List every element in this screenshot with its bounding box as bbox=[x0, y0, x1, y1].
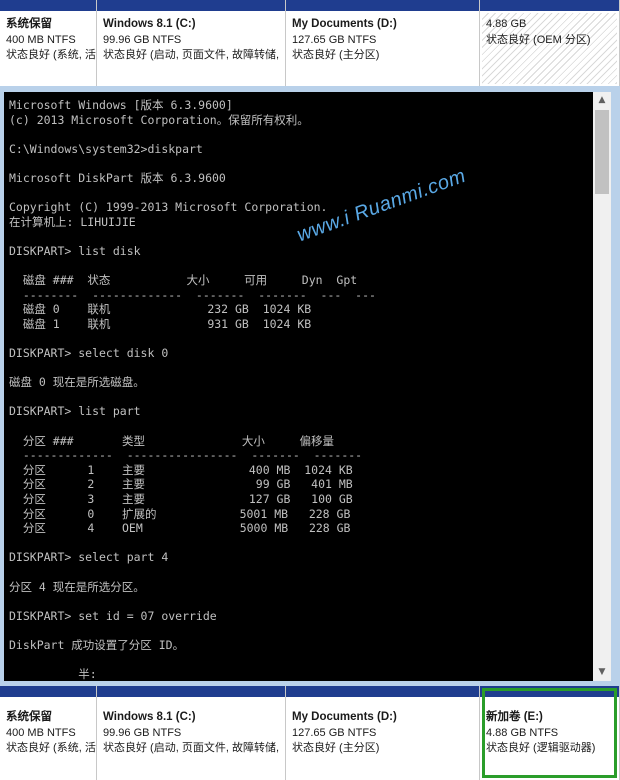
partition-status: 状态良好 (主分区) bbox=[292, 742, 380, 754]
console-line: DISKPART> select disk 0 bbox=[9, 346, 169, 361]
console-line: Microsoft Windows [版本 6.3.9600] bbox=[9, 98, 233, 112]
console-line: ------------- ---------------- ------- -… bbox=[9, 448, 363, 463]
partition-new-volume-e[interactable]: 新加卷 (E:) 4.88 GB NTFS 状态良好 (逻辑驱动器) bbox=[480, 686, 620, 780]
partition-status: 状态良好 (OEM 分区) bbox=[486, 33, 591, 46]
console-output[interactable]: Microsoft Windows [版本 6.3.9600] (c) 2013 … bbox=[4, 92, 593, 681]
partition-system-reserved[interactable]: 系统保留 400 MB NTFS 状态良好 (系统, 活 bbox=[0, 0, 97, 86]
partition-size: 4.88 GB NTFS bbox=[486, 726, 559, 739]
partition-header-bar bbox=[97, 686, 285, 697]
partition-header-bar bbox=[480, 0, 619, 11]
partition-my-documents-d[interactable]: My Documents (D:) 127.65 GB NTFS 状态良好 (主… bbox=[286, 0, 480, 86]
partition-size: 400 MB NTFS bbox=[6, 33, 76, 46]
partition-size: 400 MB NTFS bbox=[6, 726, 76, 739]
console-line: 分区 4 现在是所选分区。 bbox=[9, 579, 145, 594]
partition-header-bar bbox=[0, 0, 96, 11]
console-line: C:\Windows\system32>diskpart bbox=[9, 141, 203, 156]
partition-status: 状态良好 (系统, 活 bbox=[6, 49, 96, 61]
partition-size: 127.65 GB NTFS bbox=[292, 726, 377, 739]
partition-size: 99.96 GB NTFS bbox=[103, 726, 182, 739]
console-line: 磁盘 0 联机 232 GB 1024 KB bbox=[9, 302, 312, 317]
console-line: 分区 0 扩展的 5001 MB 228 GB bbox=[9, 506, 351, 521]
partition-windows-c[interactable]: Windows 8.1 (C:) 99.96 GB NTFS 状态良好 (启动,… bbox=[97, 686, 286, 780]
console-line: DISKPART> select part 4 bbox=[9, 550, 169, 565]
partition-status: 状态良好 (系统, 活 bbox=[6, 742, 96, 754]
partition-header-bar bbox=[0, 686, 96, 697]
partition-name: Windows 8.1 (C:) bbox=[103, 18, 196, 30]
partition-size: 99.96 GB NTFS bbox=[103, 33, 182, 46]
disk-partition-strip-top: 系统保留 400 MB NTFS 状态良好 (系统, 活 Windows 8.1… bbox=[0, 0, 620, 86]
partition-name: 新加卷 (E:) bbox=[486, 711, 543, 723]
partition-size: 127.65 GB NTFS bbox=[292, 33, 377, 46]
partition-system-reserved[interactable]: 系统保留 400 MB NTFS 状态良好 (系统, 活 bbox=[0, 686, 97, 780]
console-line: 分区 3 主要 127 GB 100 GB bbox=[9, 492, 353, 507]
console-line: -------- ------------- ------- ------- -… bbox=[9, 287, 376, 302]
console-line: 磁盘 1 联机 931 GB 1024 KB bbox=[9, 316, 312, 331]
console-line: 分区 ### 类型 大小 偏移量 bbox=[9, 433, 335, 448]
scroll-thumb[interactable] bbox=[595, 110, 609, 194]
console-line: DISKPART> list disk bbox=[9, 243, 141, 258]
partition-header-bar bbox=[286, 0, 479, 11]
partition-my-documents-d[interactable]: My Documents (D:) 127.65 GB NTFS 状态良好 (主… bbox=[286, 686, 480, 780]
console-line: (c) 2013 Microsoft Corporation。保留所有权利。 bbox=[9, 112, 309, 127]
partition-header-bar bbox=[97, 0, 285, 11]
command-prompt-window: Microsoft Windows [版本 6.3.9600] (c) 2013 … bbox=[0, 86, 620, 686]
partition-status: 状态良好 (启动, 页面文件, 故障转储, bbox=[103, 49, 279, 61]
partition-header-bar bbox=[286, 686, 479, 697]
console-line: Microsoft DiskPart 版本 6.3.9600 bbox=[9, 170, 226, 185]
partition-windows-c[interactable]: Windows 8.1 (C:) 99.96 GB NTFS 状态良好 (启动,… bbox=[97, 0, 286, 86]
console-line: 磁盘 0 现在是所选磁盘。 bbox=[9, 375, 145, 390]
partition-name: 系统保留 bbox=[6, 711, 52, 723]
console-line: 分区 2 主要 99 GB 401 MB bbox=[9, 477, 353, 492]
partition-size: 4.88 GB bbox=[486, 18, 527, 30]
partition-name: Windows 8.1 (C:) bbox=[103, 711, 196, 723]
console-line: Copyright (C) 1999-2013 Microsoft Corpor… bbox=[9, 200, 328, 215]
partition-oem[interactable]: 4.88 GB 状态良好 (OEM 分区) bbox=[480, 0, 620, 86]
vertical-scrollbar[interactable]: ▲ ▼ bbox=[593, 92, 611, 681]
console-line: 分区 4 OEM 5000 MB 228 GB bbox=[9, 521, 351, 536]
scroll-down-icon[interactable]: ▼ bbox=[593, 664, 611, 681]
partition-name: My Documents (D:) bbox=[292, 711, 397, 723]
console-line: 磁盘 ### 状态 大小 可用 Dyn Gpt bbox=[9, 273, 358, 288]
partition-status: 状态良好 (启动, 页面文件, 故障转储, bbox=[103, 742, 279, 754]
console-line: DISKPART> list part bbox=[9, 404, 141, 419]
disk-partition-strip-bottom: 系统保留 400 MB NTFS 状态良好 (系统, 活 Windows 8.1… bbox=[0, 686, 620, 780]
console-line: 分区 1 主要 400 MB 1024 KB bbox=[9, 462, 353, 477]
scroll-up-icon[interactable]: ▲ bbox=[593, 92, 611, 109]
console-line: 半: bbox=[9, 667, 97, 681]
console-line: DiskPart 成功设置了分区 ID。 bbox=[9, 637, 185, 652]
partition-name: My Documents (D:) bbox=[292, 18, 397, 30]
partition-status: 状态良好 (主分区) bbox=[292, 49, 380, 61]
partition-name: 系统保留 bbox=[6, 18, 52, 30]
console-text: Microsoft Windows [版本 6.3.9600] (c) 2013 … bbox=[9, 98, 376, 681]
partition-status: 状态良好 (逻辑驱动器) bbox=[486, 742, 596, 754]
console-line: DISKPART> set id = 07 override bbox=[9, 608, 217, 623]
